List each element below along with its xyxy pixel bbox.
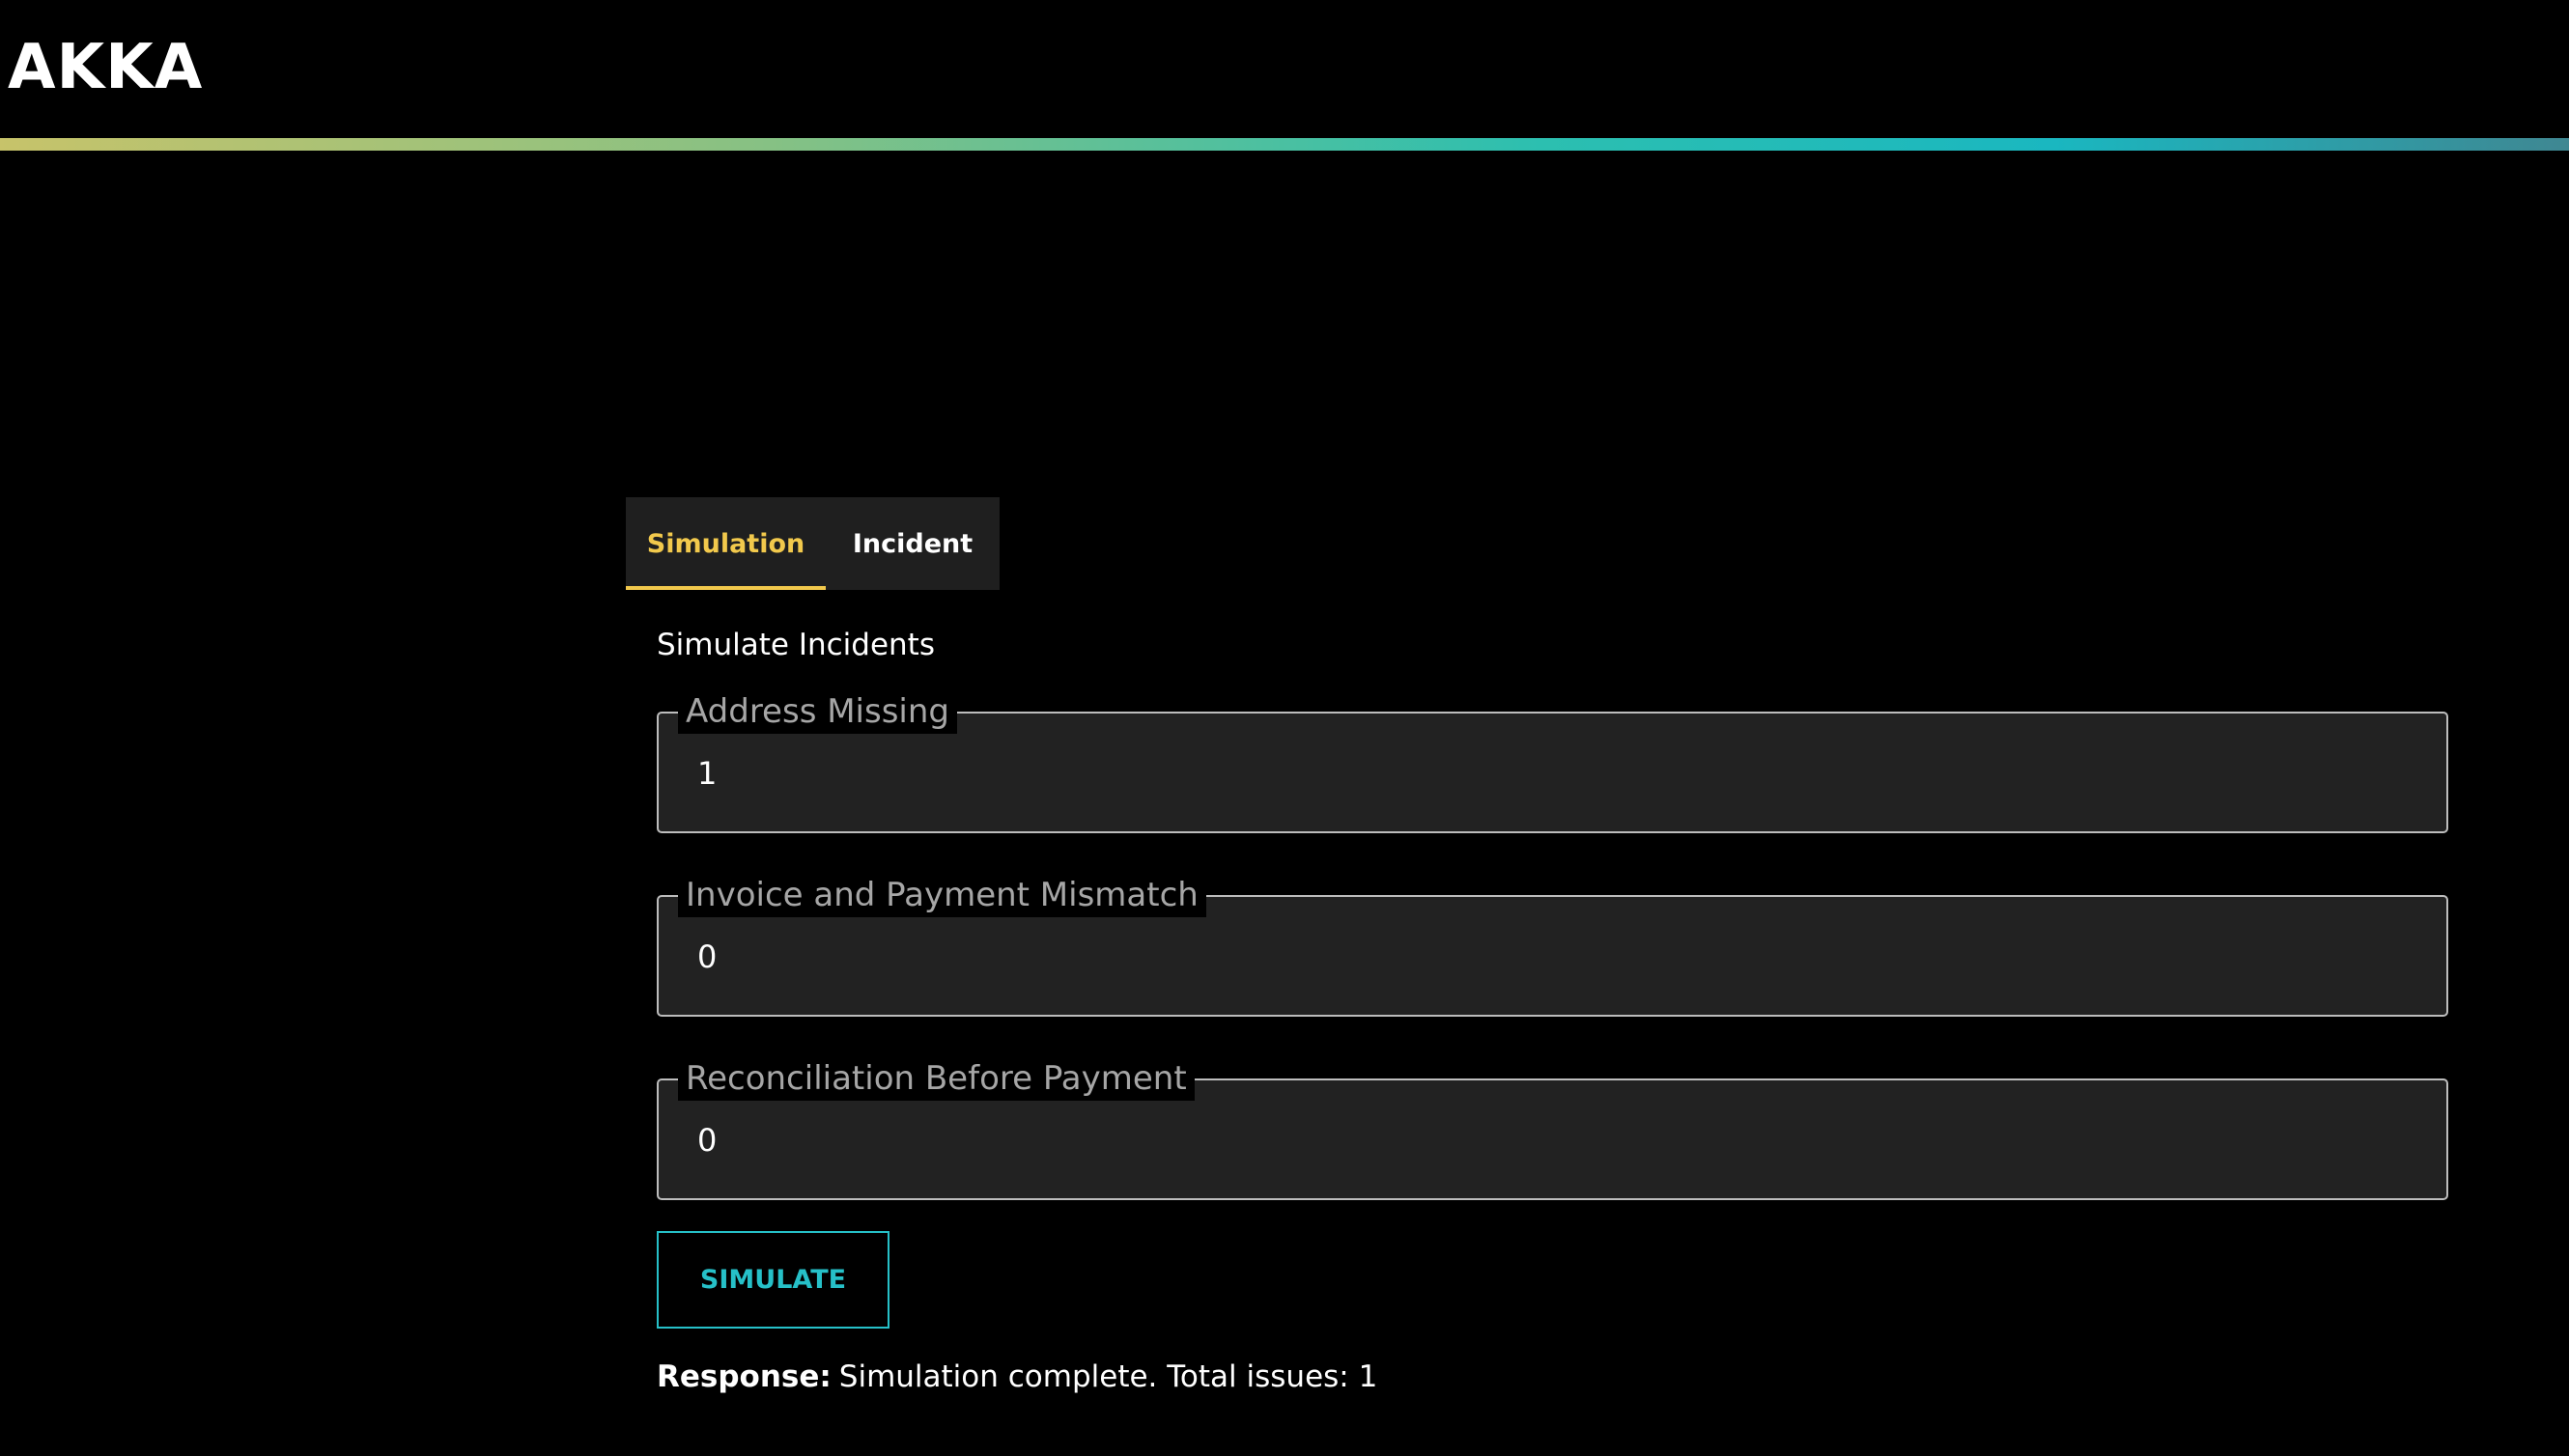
- response-message: Response: Simulation complete. Total issu…: [657, 1359, 1377, 1394]
- invoice-payment-mismatch-input[interactable]: [695, 930, 2341, 984]
- simulation-panel: Simulation Incident Simulate Incidents A…: [626, 497, 2451, 1394]
- response-text: Simulation complete. Total issues: 1: [838, 1359, 1378, 1394]
- section-title: Simulate Incidents: [657, 628, 935, 662]
- invoice-payment-mismatch-label: Invoice and Payment Mismatch: [678, 873, 1206, 917]
- tab-simulation[interactable]: Simulation: [626, 497, 826, 590]
- header-gradient-divider: [0, 138, 2569, 151]
- response-label: Response:: [657, 1359, 832, 1394]
- akka-logo: AKKA: [8, 32, 204, 103]
- tab-incident[interactable]: Incident: [826, 497, 1000, 590]
- reconciliation-before-payment-field: Reconciliation Before Payment: [657, 1056, 2448, 1200]
- invoice-payment-mismatch-field: Invoice and Payment Mismatch: [657, 873, 2448, 1017]
- address-missing-label: Address Missing: [678, 689, 957, 734]
- address-missing-field: Address Missing: [657, 689, 2448, 833]
- reconciliation-before-payment-input[interactable]: [695, 1113, 2341, 1167]
- simulate-button[interactable]: SIMULATE: [657, 1231, 889, 1329]
- address-missing-input[interactable]: [695, 746, 2341, 800]
- reconciliation-before-payment-label: Reconciliation Before Payment: [678, 1056, 1195, 1101]
- tab-bar: Simulation Incident: [626, 497, 1000, 590]
